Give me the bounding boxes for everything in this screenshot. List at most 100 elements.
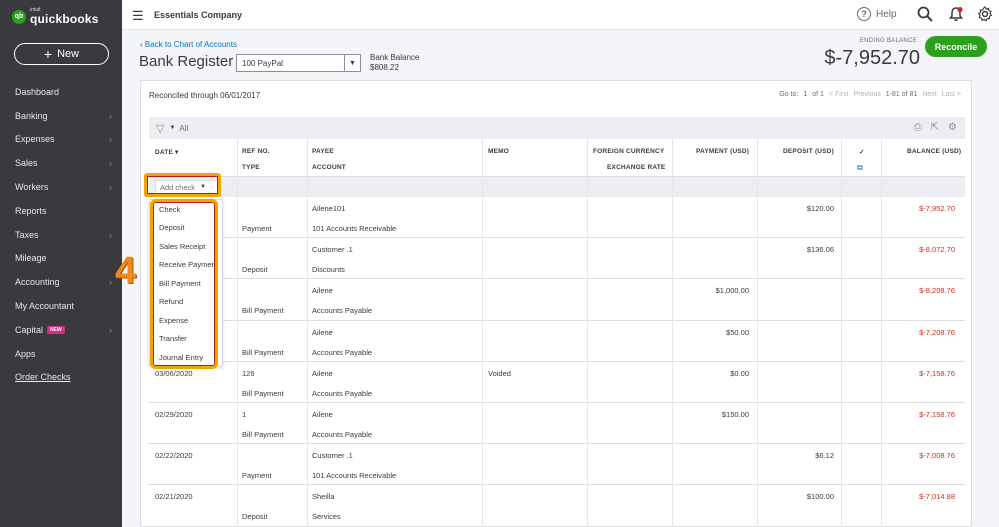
cell-type: Payment bbox=[242, 471, 272, 481]
table-row[interactable]: 03/06/2020 126 Bill Payment Ailene Accounts … bbox=[149, 362, 965, 403]
cell-ref: 1 bbox=[242, 409, 247, 419]
cell-payment: $1,000.00 bbox=[715, 286, 749, 296]
cell-deposit: $136.06 bbox=[806, 245, 834, 255]
quickbooks-logo[interactable]: qb intuit quickbooks bbox=[12, 8, 99, 25]
menu-item-bill-payment[interactable]: Bill Payment bbox=[150, 274, 222, 293]
account-select-value: 100 PayPal bbox=[242, 58, 283, 68]
chevron-right-icon: › bbox=[109, 158, 112, 169]
chevron-right-icon: › bbox=[109, 324, 112, 335]
table-row[interactable]: Payment Ailene101 101 Accounts Receivable $… bbox=[149, 197, 965, 239]
sidebar-item-expenses[interactable]: Expenses › bbox=[0, 128, 122, 152]
table-row[interactable]: Bill Payment Ailene Accounts Payable $50.00… bbox=[149, 321, 965, 362]
sidebar-item-label: Order Checks bbox=[15, 372, 71, 383]
search-icon[interactable] bbox=[917, 6, 933, 22]
col-payee: PAYEE bbox=[312, 148, 334, 155]
step-number: 4 bbox=[115, 250, 137, 292]
sidebar-item-mileage[interactable]: Mileage bbox=[0, 247, 122, 271]
col-date[interactable]: DATE ▾ bbox=[155, 148, 178, 156]
sidebar-item-label: Workers bbox=[15, 182, 49, 193]
menu-item-expense[interactable]: Expense bbox=[150, 311, 222, 330]
cell-type: Bill Payment bbox=[242, 347, 284, 357]
hamburger-menu-icon[interactable]: ☰ bbox=[132, 8, 144, 24]
sidebar-item-label: Dashboard bbox=[15, 86, 60, 97]
pager-of: of 1 bbox=[812, 91, 824, 98]
sidebar-item-taxes[interactable]: Taxes › bbox=[0, 223, 122, 247]
export-icon[interactable]: ⇱ bbox=[931, 122, 939, 133]
menu-item-journal-entry[interactable]: Journal Entry bbox=[150, 348, 222, 365]
register-panel: Reconciled through 06/01/2017 Go to: 1 o… bbox=[140, 80, 972, 527]
cell-payee: Ailene bbox=[312, 368, 333, 378]
notification-bell-icon[interactable] bbox=[948, 6, 964, 22]
cell-account: Accounts Payable bbox=[312, 429, 373, 439]
logo-mark-icon: qb bbox=[12, 9, 26, 24]
sidebar-item-workers[interactable]: Workers › bbox=[0, 175, 122, 199]
logo-wordmark: quickbooks bbox=[30, 12, 99, 26]
filter-caret-icon[interactable]: ▼ bbox=[169, 125, 175, 131]
help-icon: ? bbox=[857, 7, 871, 21]
menu-item-transfer[interactable]: Transfer bbox=[150, 330, 222, 349]
sidebar-item-accounting[interactable]: Accounting › bbox=[0, 270, 122, 294]
column-divider bbox=[672, 139, 673, 527]
col-exchange-rate: EXCHANGE RATE bbox=[607, 164, 666, 171]
ending-balance-value: $-7,952.70 bbox=[824, 47, 920, 69]
back-to-chart-of-accounts-link[interactable]: ‹ Back to Chart of Accounts bbox=[140, 40, 237, 49]
sidebar-item-order-checks[interactable]: Order Checks bbox=[0, 366, 122, 390]
cell-balance: $-7,158.76 bbox=[919, 368, 955, 378]
chevron-right-icon: › bbox=[109, 229, 112, 240]
menu-item-refund[interactable]: Refund bbox=[150, 293, 222, 312]
filter-funnel-icon[interactable]: ▽ bbox=[156, 122, 164, 135]
sidebar-item-apps[interactable]: Apps bbox=[0, 342, 122, 366]
column-divider bbox=[587, 139, 588, 527]
table-row[interactable]: Deposit Customer .1 Discounts $136.06 $-8,07… bbox=[149, 238, 965, 280]
sidebar-item-reports[interactable]: Reports bbox=[0, 199, 122, 223]
account-select[interactable]: 100 PayPal ▼ bbox=[236, 54, 361, 72]
sidebar-nav: Dashboard Banking › Expenses › Sales › Workers ›… bbox=[0, 80, 122, 389]
col-account: ACCOUNT bbox=[312, 164, 346, 171]
sidebar-item-capital[interactable]: Capital NEW › bbox=[0, 318, 122, 342]
pagination: Go to: 1 of 1 < First Previous 1-81 of 8… bbox=[779, 91, 961, 98]
col-ref: REF NO. bbox=[242, 148, 270, 155]
copy-icon[interactable]: ⧉ bbox=[857, 163, 863, 173]
gear-icon[interactable] bbox=[977, 6, 993, 22]
sidebar-item-label: Accounting bbox=[15, 277, 60, 288]
sidebar-item-dashboard[interactable]: Dashboard bbox=[0, 80, 122, 104]
help-button[interactable]: ? Help bbox=[857, 7, 897, 21]
cell-payee: Customer .1 bbox=[312, 245, 353, 255]
settings-gear-icon[interactable]: ⚙ bbox=[948, 122, 957, 133]
cell-account: Services bbox=[312, 512, 341, 522]
sidebar-item-banking[interactable]: Banking › bbox=[0, 104, 122, 128]
print-icon[interactable]: ⎙ bbox=[914, 122, 922, 133]
cell-deposit: $6.12 bbox=[815, 451, 834, 461]
sidebar-item-my-accountant[interactable]: My Accountant bbox=[0, 294, 122, 318]
filter-label[interactable]: All bbox=[179, 124, 188, 133]
menu-item-receive-payment[interactable]: Receive Payment bbox=[150, 256, 222, 275]
pager-next[interactable]: Next bbox=[922, 91, 936, 98]
cell-type: Payment bbox=[242, 224, 272, 233]
ending-balance-label: ENDING BALANCE bbox=[859, 38, 917, 44]
pager-first[interactable]: < First bbox=[829, 91, 849, 98]
reconcile-button[interactable]: Reconcile bbox=[925, 36, 987, 57]
table-row[interactable]: 02/22/2020 Payment Customer .1 101 Accounts… bbox=[149, 444, 965, 486]
pager-previous[interactable]: Previous bbox=[854, 91, 881, 98]
new-button[interactable]: + New bbox=[14, 43, 109, 65]
cell-balance: $-8,208.76 bbox=[919, 286, 955, 296]
pager-page-input[interactable]: 1 bbox=[803, 91, 807, 98]
col-balance: BALANCE (USD) bbox=[907, 148, 962, 155]
new-badge: NEW bbox=[47, 325, 65, 334]
cell-payee: Ailene bbox=[312, 409, 333, 419]
cell-balance: $-7,952.70 bbox=[919, 204, 955, 213]
sidebar-item-label: Sales bbox=[15, 158, 38, 169]
menu-item-deposit[interactable]: Deposit bbox=[150, 219, 222, 238]
menu-item-check[interactable]: Check bbox=[150, 200, 222, 219]
table-row[interactable]: Bill Payment Ailene Accounts Payable $1,000… bbox=[149, 279, 965, 321]
menu-item-sales-receipt[interactable]: Sales Receipt bbox=[150, 237, 222, 256]
table-row[interactable]: 02/29/2020 1 Bill Payment Ailene Accounts Pa… bbox=[149, 403, 965, 445]
column-divider bbox=[757, 139, 758, 527]
column-divider bbox=[237, 139, 238, 527]
filter-bar: ▽ ▼ All ⎙ ⇱ ⚙ bbox=[149, 117, 965, 139]
cell-date: 03/06/2020 bbox=[155, 368, 193, 378]
cell-date: 02/22/2020 bbox=[155, 451, 193, 461]
table-row[interactable]: 02/21/2020 Deposit Sheilla Services $100.00 $… bbox=[149, 485, 965, 527]
sidebar-item-sales[interactable]: Sales › bbox=[0, 151, 122, 175]
pager-last[interactable]: Last > bbox=[942, 91, 961, 98]
